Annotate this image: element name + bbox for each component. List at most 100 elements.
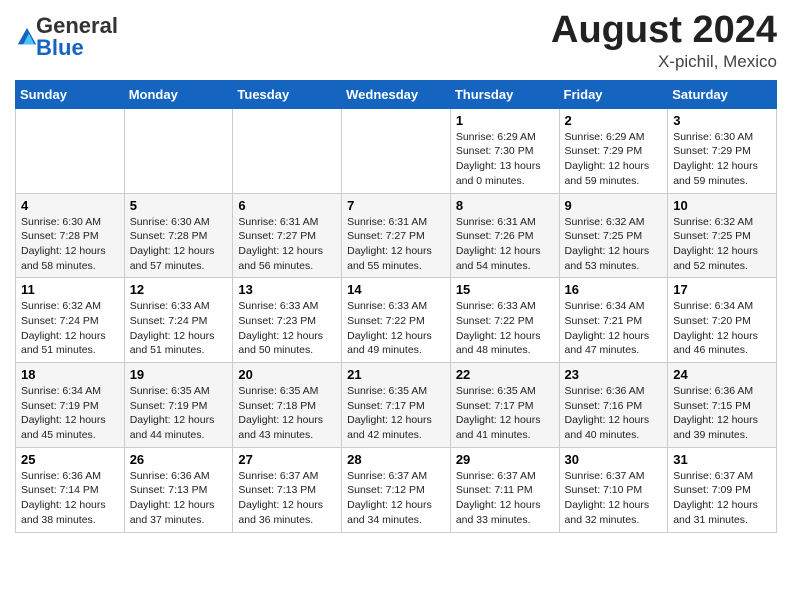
calendar-cell: 22 Sunrise: 6:35 AM Sunset: 7:17 PM Dayli… [450,363,559,448]
calendar-cell: 2 Sunrise: 6:29 AM Sunset: 7:29 PM Daylig… [559,108,668,193]
day-number: 14 [347,282,445,297]
day-number: 1 [456,113,554,128]
calendar-cell [124,108,233,193]
day-number: 31 [673,452,771,467]
calendar-cell: 17 Sunrise: 6:34 AM Sunset: 7:20 PM Dayli… [668,278,777,363]
day-info: Sunrise: 6:34 AM Sunset: 7:21 PM Dayligh… [565,299,663,358]
calendar-week-row: 18 Sunrise: 6:34 AM Sunset: 7:19 PM Dayli… [16,363,777,448]
location-subtitle: X-pichil, Mexico [551,52,777,72]
calendar-cell: 30Sunrise: 6:37 AM Sunset: 7:10 PM Dayli… [559,447,668,532]
day-number: 4 [21,198,119,213]
day-info: Sunrise: 6:29 AM Sunset: 7:29 PM Dayligh… [565,130,663,189]
day-info: Sunrise: 6:35 AM Sunset: 7:19 PM Dayligh… [130,384,228,443]
day-number: 11 [21,282,119,297]
calendar-cell: 18 Sunrise: 6:34 AM Sunset: 7:19 PM Dayli… [16,363,125,448]
day-info: Sunrise: 6:37 AM Sunset: 7:10 PM Dayligh… [565,469,663,528]
day-number: 16 [565,282,663,297]
day-number: 27 [238,452,336,467]
calendar-cell: 11Sunrise: 6:32 AM Sunset: 7:24 PM Dayli… [16,278,125,363]
day-info: Sunrise: 6:31 AM Sunset: 7:27 PM Dayligh… [238,215,336,274]
calendar-week-row: 4 Sunrise: 6:30 AM Sunset: 7:28 PM Daylig… [16,193,777,278]
day-number: 10 [673,198,771,213]
calendar-week-row: 1 Sunrise: 6:29 AM Sunset: 7:30 PM Daylig… [16,108,777,193]
day-info: Sunrise: 6:35 AM Sunset: 7:18 PM Dayligh… [238,384,336,443]
calendar-cell: 16 Sunrise: 6:34 AM Sunset: 7:21 PM Dayli… [559,278,668,363]
day-number: 2 [565,113,663,128]
calendar-cell: 7 Sunrise: 6:31 AM Sunset: 7:27 PM Daylig… [342,193,451,278]
day-info: Sunrise: 6:31 AM Sunset: 7:26 PM Dayligh… [456,215,554,274]
logo: General Blue [15,15,118,59]
calendar-cell: 27 Sunrise: 6:37 AM Sunset: 7:13 PM Dayli… [233,447,342,532]
calendar-cell: 29 Sunrise: 6:37 AM Sunset: 7:11 PM Dayli… [450,447,559,532]
day-number: 23 [565,367,663,382]
day-info: Sunrise: 6:30 AM Sunset: 7:28 PM Dayligh… [130,215,228,274]
weekday-header-sunday: Sunday [16,80,125,108]
calendar-cell: 26 Sunrise: 6:36 AM Sunset: 7:13 PM Dayli… [124,447,233,532]
calendar-cell: 8 Sunrise: 6:31 AM Sunset: 7:26 PM Daylig… [450,193,559,278]
day-info: Sunrise: 6:35 AM Sunset: 7:17 PM Dayligh… [347,384,445,443]
calendar-cell: 3 Sunrise: 6:30 AM Sunset: 7:29 PM Daylig… [668,108,777,193]
day-info: Sunrise: 6:33 AM Sunset: 7:24 PM Dayligh… [130,299,228,358]
calendar-cell [16,108,125,193]
day-info: Sunrise: 6:36 AM Sunset: 7:16 PM Dayligh… [565,384,663,443]
calendar-cell: 5 Sunrise: 6:30 AM Sunset: 7:28 PM Daylig… [124,193,233,278]
day-info: Sunrise: 6:32 AM Sunset: 7:25 PM Dayligh… [673,215,771,274]
month-year-title: August 2024 [551,10,777,52]
day-info: Sunrise: 6:37 AM Sunset: 7:13 PM Dayligh… [238,469,336,528]
day-info: Sunrise: 6:35 AM Sunset: 7:17 PM Dayligh… [456,384,554,443]
calendar-cell: 12 Sunrise: 6:33 AM Sunset: 7:24 PM Dayli… [124,278,233,363]
calendar-cell: 13 Sunrise: 6:33 AM Sunset: 7:23 PM Dayli… [233,278,342,363]
title-block: August 2024 X-pichil, Mexico [551,10,777,72]
calendar-cell: 15Sunrise: 6:33 AM Sunset: 7:22 PM Dayli… [450,278,559,363]
day-info: Sunrise: 6:30 AM Sunset: 7:29 PM Dayligh… [673,130,771,189]
day-info: Sunrise: 6:36 AM Sunset: 7:15 PM Dayligh… [673,384,771,443]
day-number: 8 [456,198,554,213]
day-number: 12 [130,282,228,297]
day-number: 29 [456,452,554,467]
calendar-cell: 28Sunrise: 6:37 AM Sunset: 7:12 PM Dayli… [342,447,451,532]
calendar-cell: 6Sunrise: 6:31 AM Sunset: 7:27 PM Daylig… [233,193,342,278]
day-info: Sunrise: 6:37 AM Sunset: 7:09 PM Dayligh… [673,469,771,528]
day-number: 7 [347,198,445,213]
page-header: General Blue August 2024 X-pichil, Mexic… [15,10,777,72]
weekday-header-friday: Friday [559,80,668,108]
day-number: 3 [673,113,771,128]
day-number: 5 [130,198,228,213]
day-number: 15 [456,282,554,297]
weekday-header-thursday: Thursday [450,80,559,108]
day-info: Sunrise: 6:29 AM Sunset: 7:30 PM Dayligh… [456,130,554,189]
day-number: 17 [673,282,771,297]
day-number: 26 [130,452,228,467]
day-info: Sunrise: 6:37 AM Sunset: 7:11 PM Dayligh… [456,469,554,528]
calendar-cell: 20 Sunrise: 6:35 AM Sunset: 7:18 PM Dayli… [233,363,342,448]
calendar-cell [233,108,342,193]
logo-blue-text: Blue [36,35,84,60]
day-number: 20 [238,367,336,382]
calendar-cell: 4 Sunrise: 6:30 AM Sunset: 7:28 PM Daylig… [16,193,125,278]
day-info: Sunrise: 6:31 AM Sunset: 7:27 PM Dayligh… [347,215,445,274]
calendar-cell: 24 Sunrise: 6:36 AM Sunset: 7:15 PM Dayli… [668,363,777,448]
day-info: Sunrise: 6:34 AM Sunset: 7:20 PM Dayligh… [673,299,771,358]
calendar-cell: 31 Sunrise: 6:37 AM Sunset: 7:09 PM Dayli… [668,447,777,532]
day-info: Sunrise: 6:30 AM Sunset: 7:28 PM Dayligh… [21,215,119,274]
weekday-header-saturday: Saturday [668,80,777,108]
day-info: Sunrise: 6:34 AM Sunset: 7:19 PM Dayligh… [21,384,119,443]
day-number: 18 [21,367,119,382]
day-info: Sunrise: 6:36 AM Sunset: 7:13 PM Dayligh… [130,469,228,528]
weekday-header-monday: Monday [124,80,233,108]
weekday-header-row: SundayMondayTuesdayWednesdayThursdayFrid… [16,80,777,108]
calendar-cell: 1 Sunrise: 6:29 AM Sunset: 7:30 PM Daylig… [450,108,559,193]
calendar-cell: 19 Sunrise: 6:35 AM Sunset: 7:19 PM Dayli… [124,363,233,448]
calendar-cell [342,108,451,193]
day-info: Sunrise: 6:36 AM Sunset: 7:14 PM Dayligh… [21,469,119,528]
day-number: 13 [238,282,336,297]
day-info: Sunrise: 6:33 AM Sunset: 7:23 PM Dayligh… [238,299,336,358]
calendar-cell: 14Sunrise: 6:33 AM Sunset: 7:22 PM Dayli… [342,278,451,363]
day-number: 19 [130,367,228,382]
day-number: 24 [673,367,771,382]
calendar-week-row: 11Sunrise: 6:32 AM Sunset: 7:24 PM Dayli… [16,278,777,363]
day-info: Sunrise: 6:32 AM Sunset: 7:25 PM Dayligh… [565,215,663,274]
weekday-header-tuesday: Tuesday [233,80,342,108]
day-number: 22 [456,367,554,382]
calendar-cell: 23 Sunrise: 6:36 AM Sunset: 7:16 PM Dayli… [559,363,668,448]
